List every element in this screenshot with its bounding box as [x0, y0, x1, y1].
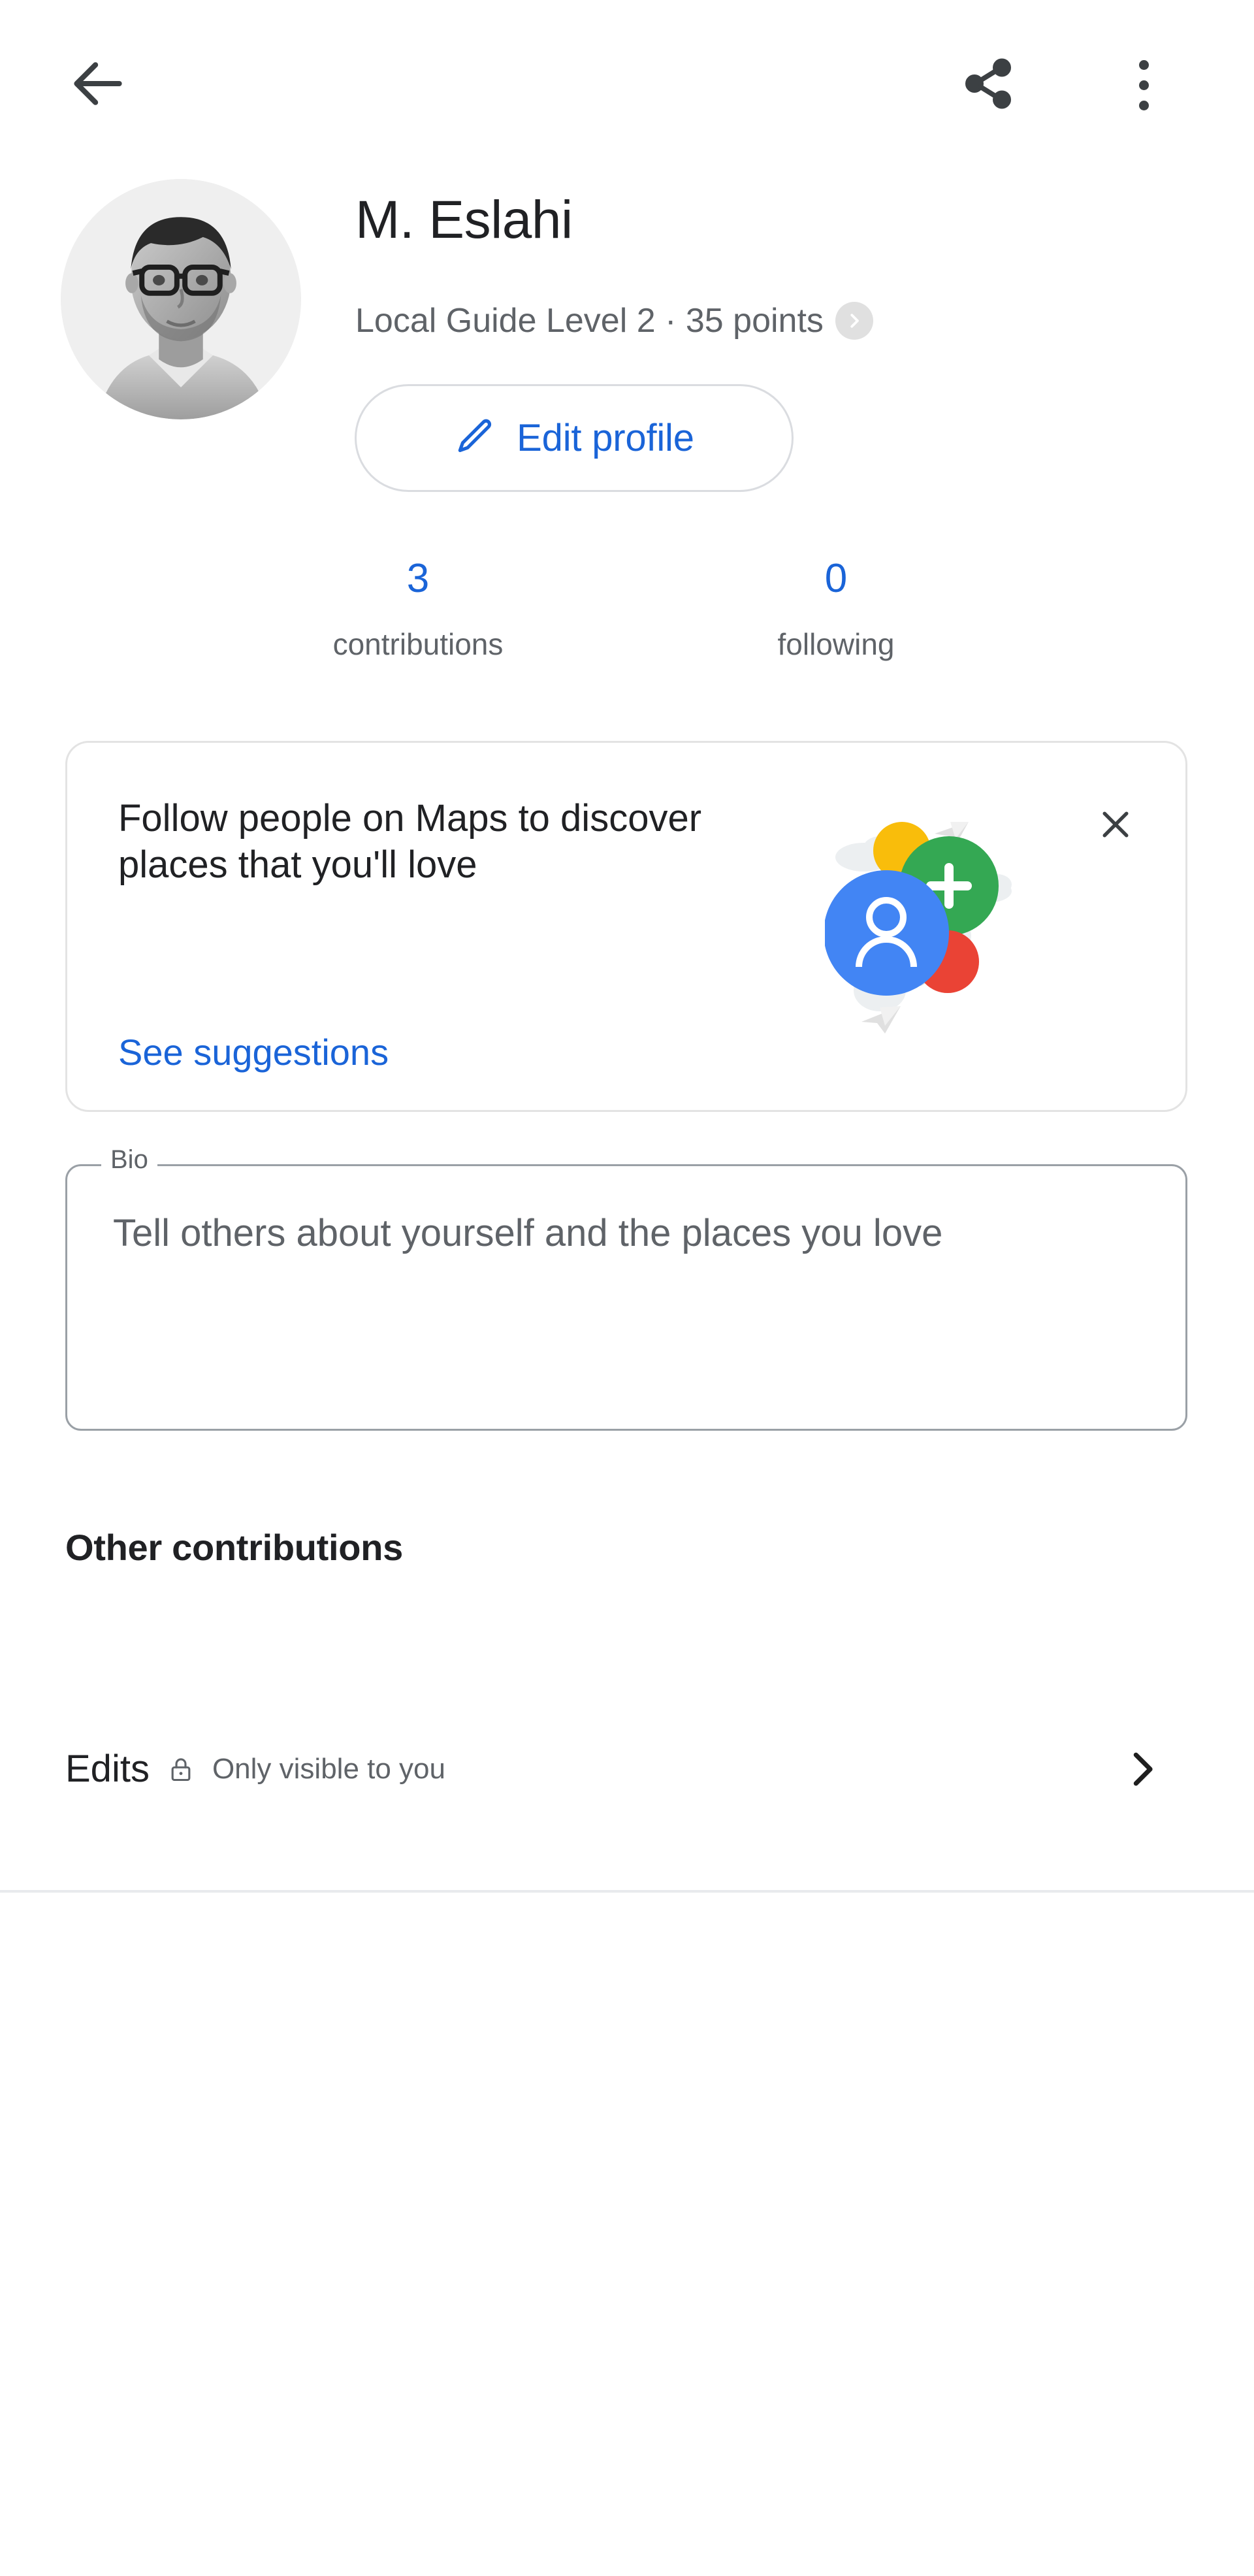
stat-following-label: following: [777, 627, 895, 661]
share-icon: [961, 56, 1016, 114]
pencil-icon: [454, 416, 494, 460]
stat-contributions-value: 3: [406, 556, 430, 601]
follow-people-illustration: [824, 805, 1086, 1053]
avatar[interactable]: [61, 179, 301, 419]
bio-placeholder: Tell others about yourself and the place…: [113, 1212, 943, 1254]
lock-icon: [167, 1755, 195, 1784]
edit-profile-button[interactable]: Edit profile: [355, 384, 794, 492]
close-icon: [1095, 804, 1136, 848]
bio-label: Bio: [101, 1147, 157, 1173]
bio-input[interactable]: Bio Tell others about yourself and the p…: [65, 1147, 1187, 1431]
edits-row[interactable]: Edits Only visible to you: [0, 1699, 1254, 1839]
back-button[interactable]: [59, 46, 137, 124]
share-button[interactable]: [950, 47, 1026, 123]
follow-people-card: Follow people on Maps to discover places…: [65, 741, 1187, 1112]
overflow-menu-button[interactable]: [1106, 47, 1182, 123]
empty-page-area: [0, 1893, 1254, 2576]
see-suggestions-link[interactable]: See suggestions: [118, 1031, 389, 1073]
arrow-back-icon: [68, 54, 128, 117]
dismiss-follow-card-button[interactable]: [1080, 790, 1151, 862]
local-guide-level-row[interactable]: Local Guide Level 2 · 35 points: [355, 301, 873, 341]
stat-contributions[interactable]: 3 contributions: [209, 559, 627, 662]
chevron-right-icon: [1110, 1738, 1172, 1800]
profile-screen: M. Eslahi Local Guide Level 2 · 35 point…: [0, 0, 1254, 2576]
stat-following-value: 0: [824, 556, 848, 601]
stat-following[interactable]: 0 following: [627, 559, 1045, 662]
edits-visibility-note: Only visible to you: [212, 1752, 446, 1785]
follow-people-headline: Follow people on Maps to discover places…: [118, 797, 702, 887]
edit-profile-label: Edit profile: [517, 417, 694, 459]
stat-contributions-label: contributions: [332, 627, 504, 661]
more-vert-icon: [1138, 55, 1149, 116]
stats-row: 3 contributions 0 following: [0, 559, 1254, 662]
edits-row-content: Edits Only visible to you: [65, 1699, 445, 1839]
local-guide-level-text: Local Guide Level 2 · 35 points: [355, 302, 824, 340]
display-name: M. Eslahi: [355, 190, 573, 250]
chevron-right-icon: [835, 302, 873, 340]
edits-title: Edits: [65, 1748, 150, 1790]
profile-photo: [61, 179, 301, 419]
other-contributions-title: Other contributions: [65, 1527, 403, 1568]
app-bar: [0, 0, 1254, 150]
